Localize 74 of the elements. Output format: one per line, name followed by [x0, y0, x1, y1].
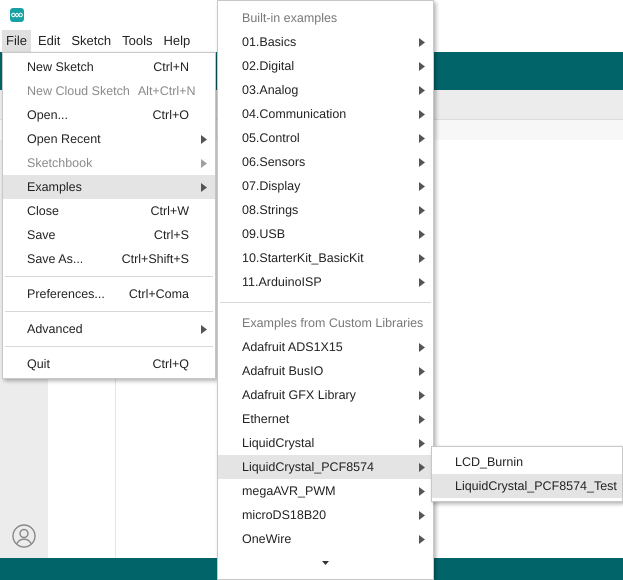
submenu-arrow-icon [419, 462, 425, 472]
menu-item[interactable]: Quit Ctrl+Q [3, 352, 215, 376]
menu-item[interactable]: Examples [3, 175, 215, 199]
menu-bar-item[interactable]: Help [159, 30, 194, 52]
submenu-arrow-icon [419, 438, 425, 448]
menu-item[interactable]: 06.Sensors [218, 150, 433, 174]
submenu-arrow-icon [419, 206, 425, 214]
menu-item[interactable]: 08.Strings [218, 198, 433, 222]
menu-item[interactable]: 01.Basics [218, 30, 433, 54]
menu-item[interactable]: 11.ArduinoISP [218, 270, 433, 294]
menu-item[interactable]: Ethernet [218, 407, 433, 431]
menu-item[interactable]: Close Ctrl+W [3, 199, 215, 223]
submenu-arrow-icon [201, 134, 207, 144]
submenu-arrow-icon [419, 254, 425, 262]
menu-item[interactable]: Save Ctrl+S [3, 223, 215, 247]
submenu-arrow-icon [419, 366, 425, 376]
submenu-arrow-icon [419, 158, 425, 166]
submenu-arrow-icon [419, 86, 425, 94]
shortcut-label: Ctrl+Shift+S [122, 250, 189, 268]
menu-item[interactable]: New Sketch Ctrl+N [3, 55, 215, 79]
menu-item[interactable]: megaAVR_PWM [218, 479, 433, 503]
shortcut-label: Ctrl+S [154, 226, 189, 244]
submenu-arrow-icon [419, 510, 425, 520]
submenu-arrow-icon [419, 182, 425, 190]
submenu-arrow-icon [419, 486, 425, 496]
menu-item[interactable]: LCD_Burnin [432, 450, 622, 474]
menu-item[interactable]: microDS18B20 [218, 503, 433, 527]
menu-bar-item[interactable]: Edit [34, 30, 64, 52]
shortcut-label: Ctrl+N [153, 58, 189, 76]
submenu-arrow-icon [419, 534, 425, 544]
app-logo-icon [10, 8, 24, 22]
shortcut-label: Ctrl+Coma [128, 286, 189, 303]
submenu-arrow-icon [419, 110, 425, 118]
submenu-arrow-icon [201, 324, 207, 334]
menu-item[interactable]: 02.Digital [218, 54, 433, 78]
menu-item[interactable]: Save As... Ctrl+Shift+S [3, 247, 215, 271]
menu-item[interactable]: Adafruit GFX Library [218, 383, 433, 407]
menu-item[interactable]: 04.Communication [218, 102, 433, 126]
shortcut-label: Ctrl+Q [152, 356, 189, 373]
shortcut-label: Ctrl+W [150, 202, 189, 220]
menu-item[interactable]: Adafruit BusIO [218, 359, 433, 383]
user-account-icon[interactable] [12, 524, 36, 548]
menu-item[interactable]: 09.USB [218, 222, 433, 246]
submenu-arrow-icon [419, 38, 425, 46]
menu-item[interactable]: Open... Ctrl+O [3, 103, 215, 127]
menu-item[interactable]: LiquidCrystal [218, 431, 433, 455]
submenu-arrow-icon [419, 390, 425, 400]
shortcut-label: Ctrl+O [152, 106, 189, 124]
menu-item[interactable]: Advanced [3, 317, 215, 341]
menu-item[interactable]: 05.Control [218, 126, 433, 150]
scroll-down-icon[interactable] [322, 561, 329, 565]
menu-item[interactable]: 10.StarterKit_BasicKit [218, 246, 433, 270]
submenu-arrow-icon [419, 230, 425, 238]
menu-bar-item[interactable]: File [2, 30, 31, 52]
menu-bar-item[interactable]: Sketch [67, 30, 116, 52]
menu-bar-item[interactable]: Tools [118, 30, 156, 52]
menu-item[interactable]: 07.Display [218, 174, 433, 198]
shortcut-label: Alt+Ctrl+N [138, 82, 196, 100]
submenu-arrow-icon [201, 182, 207, 192]
submenu-arrow-icon [201, 158, 207, 168]
submenu-arrow-icon [419, 342, 425, 352]
menu-item[interactable]: 03.Analog [218, 78, 433, 102]
menu-section-header: Built-in examples [242, 10, 338, 27]
menu-item[interactable]: Open Recent [3, 127, 215, 151]
menu-item[interactable]: LiquidCrystal_PCF8574_Test [432, 474, 622, 498]
menu-section-header: Examples from Custom Libraries [242, 314, 424, 332]
menu-item[interactable]: LiquidCrystal_PCF8574 [218, 455, 433, 479]
submenu-arrow-icon [419, 278, 425, 286]
submenu-arrow-icon [419, 134, 425, 142]
submenu-arrow-icon [419, 62, 425, 70]
menu-item[interactable]: Preferences... Ctrl+Coma [3, 282, 215, 306]
submenu-arrow-icon [419, 414, 425, 424]
menu-item[interactable]: OneWire [218, 527, 433, 551]
menu-item[interactable]: Adafruit ADS1X15 [218, 335, 433, 359]
